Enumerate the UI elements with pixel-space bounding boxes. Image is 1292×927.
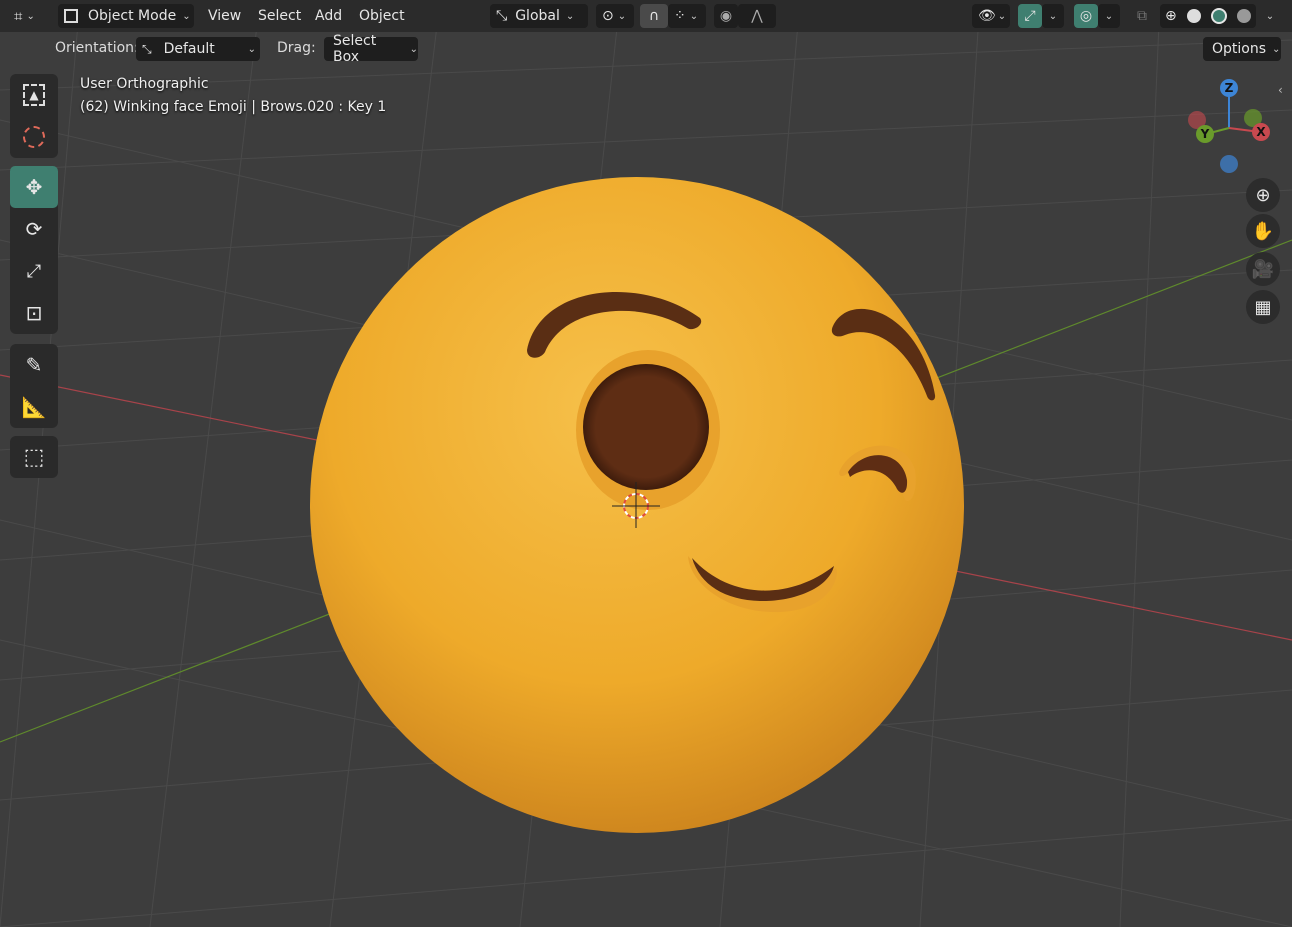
xray-icon: ⧉ [1137,8,1147,24]
options-label: Options [1212,41,1267,57]
snap-toggle[interactable]: ∩ [640,4,668,28]
rendered-shading-icon[interactable] [1236,9,1251,23]
tool-annotate[interactable]: ✎ [10,344,58,386]
viewport-scene[interactable] [0,0,1292,927]
left-eye [583,364,709,490]
visibility-dropdown[interactable]: 👁 ⌄ [972,4,1010,28]
tool-select-box[interactable]: ▲ [10,74,58,116]
perspective-toggle-button[interactable]: ▦ [1246,290,1280,324]
menu-add[interactable]: Add [307,4,350,28]
add-cube-icon: ⬚ [23,444,45,470]
zoom-button[interactable]: ⊕ [1246,178,1280,212]
toolbar-annotate-group: ✎ 📐 [10,344,58,428]
tool-settings-bar: Orientation: ⤡ Default ⌄ Drag: Select Bo… [0,33,1292,65]
camera-icon: 🎥 [1251,258,1275,280]
tool-move[interactable]: ✥ [10,166,58,208]
material-shading-icon[interactable] [1210,8,1227,24]
navigation-gizmo[interactable]: Z X Y [1180,74,1280,178]
tool-transform[interactable]: ⊡ [10,292,58,334]
object-info-text: (62) Winking face Emoji | Brows.020 : Ke… [80,99,387,115]
pan-button[interactable]: ✋ [1246,214,1280,248]
select-box-icon: ▲ [23,84,45,106]
scale-icon: ⤢ [26,260,42,282]
xray-toggle[interactable]: ⧉ [1130,4,1154,28]
editor-type-icon: ⌗ [14,7,23,25]
zoom-icon: ⊕ [1255,184,1271,206]
mode-dropdown[interactable]: Object Mode ⌄ [58,4,194,28]
gizmo-icon: ⤢ [1024,8,1036,24]
rotate-icon: ⟳ [25,217,43,241]
measure-icon: 📐 [21,395,47,419]
annotate-icon: ✎ [25,353,43,377]
toolbar-select-group: ▲ [10,74,58,158]
drag-dropdown[interactable]: Select Box ⌄ [324,33,418,65]
wireframe-shading-icon[interactable]: ⊕ [1165,8,1177,24]
menu-add-label: Add [315,8,343,24]
proportional-edit-icon: ◉ [719,8,733,24]
drag-value: Select Box [333,33,377,65]
transform-icon: ⊡ [25,301,43,325]
grid-icon: ▦ [1254,296,1272,318]
toolbar-add-group: ⬚ [10,436,58,478]
3d-viewport[interactable]: ⌗ ⌄ Object Mode ⌄ View Select Add Object … [0,0,1292,927]
tool-measure[interactable]: 📐 [10,386,58,428]
gizmo-x-label: X [1256,125,1266,139]
transform-orientation-label: Global [515,8,560,24]
menu-select[interactable]: Select [250,4,309,28]
snap-icon: ∩ [648,8,660,24]
snap-dropdown[interactable]: ⁘ ⌄ [668,4,706,28]
tool-add-cube[interactable]: ⬚ [10,436,58,478]
snap-increment-icon: ⁘ [674,8,686,24]
overlay-toggle[interactable]: ◎ [1074,4,1098,28]
visibility-icon: 👁 [978,8,996,24]
toolbar-transform-group: ✥ ⟳ ⤢ ⊡ [10,166,58,334]
options-dropdown[interactable]: Options ⌄ [1203,37,1281,61]
menu-select-label: Select [258,8,302,24]
drag-label: Drag: [277,40,316,56]
menu-view[interactable]: View [200,4,249,28]
gizmo-z-label: Z [1225,81,1234,95]
transform-orientation-icon: ⤡ [496,8,508,24]
mode-label: Object Mode [88,8,177,24]
tool-rotate[interactable]: ⟳ [10,208,58,250]
pan-hand-icon: ✋ [1251,220,1275,242]
orientation-icon: ⤡ [142,41,152,56]
solid-shading-icon[interactable] [1186,9,1201,23]
editor-type-button[interactable]: ⌗ ⌄ [14,4,50,28]
view-name-text: User Orthographic [80,76,209,92]
shading-dropdown[interactable]: ⌄ [1258,4,1282,28]
object-mode-icon [64,9,78,23]
cursor-icon [23,126,45,148]
camera-view-button[interactable]: 🎥 [1246,252,1280,286]
menu-object[interactable]: Object [351,4,413,28]
falloff-dropdown[interactable]: ⋀ [738,4,776,28]
orientation-label: Orientation: [55,40,139,56]
sidebar-toggle-arrow[interactable]: ‹ [1278,83,1283,97]
gizmo-dropdown[interactable]: ⌄ [1042,4,1064,28]
proportional-edit-toggle[interactable]: ◉ [714,4,738,28]
gizmo-y-label: Y [1200,127,1210,141]
transform-orientation-dropdown[interactable]: ⤡ Global ⌄ [490,4,588,28]
tool-scale[interactable]: ⤢ [10,250,58,292]
gizmo-toggle[interactable]: ⤢ [1018,4,1042,28]
menu-view-label: View [208,8,242,24]
pivot-icon: ⊙ [602,8,614,24]
overlay-dropdown[interactable]: ⌄ [1098,4,1120,28]
pivot-dropdown[interactable]: ⊙ ⌄ [596,4,634,28]
falloff-icon: ⋀ [751,8,763,24]
move-icon: ✥ [25,175,43,199]
menu-object-label: Object [359,8,405,24]
orientation-dropdown[interactable]: ⤡ Default ⌄ [136,37,260,61]
tool-cursor[interactable] [10,116,58,158]
orientation-value: Default [163,41,215,57]
shading-mode-group: ⊕ [1160,4,1256,28]
winking-emoji-object[interactable] [310,177,964,833]
viewport-header: ⌗ ⌄ Object Mode ⌄ View Select Add Object … [0,0,1292,32]
overlay-icon: ◎ [1079,8,1093,24]
